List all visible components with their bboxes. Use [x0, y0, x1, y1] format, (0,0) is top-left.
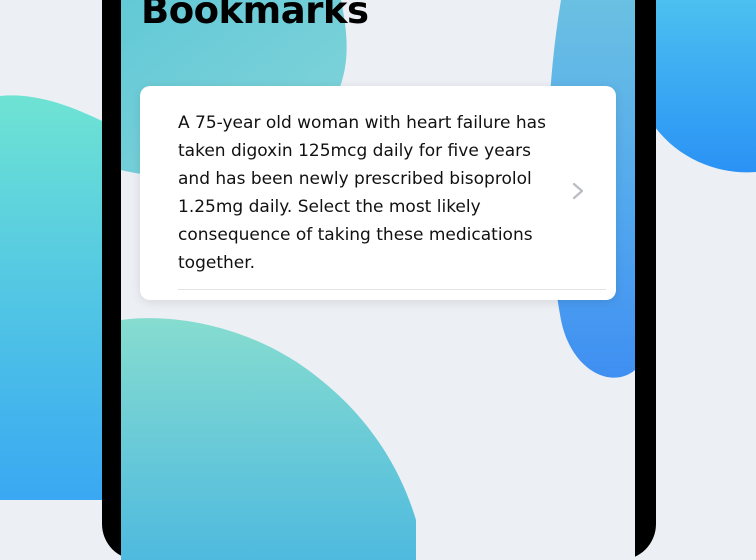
bottom-teal-blob	[121, 318, 416, 560]
left-background-blob	[0, 95, 110, 500]
bookmark-question-text: A 75-year old woman with heart failure h…	[178, 113, 546, 273]
card-divider	[178, 289, 606, 290]
app-screen: Bookmarks A 75-year old woman with heart…	[121, 0, 635, 560]
page-title: Bookmarks	[141, 0, 369, 32]
bookmark-card[interactable]: A 75-year old woman with heart failure h…	[140, 86, 616, 300]
right-background-blob	[640, 0, 756, 173]
chevron-right-icon	[572, 182, 584, 200]
